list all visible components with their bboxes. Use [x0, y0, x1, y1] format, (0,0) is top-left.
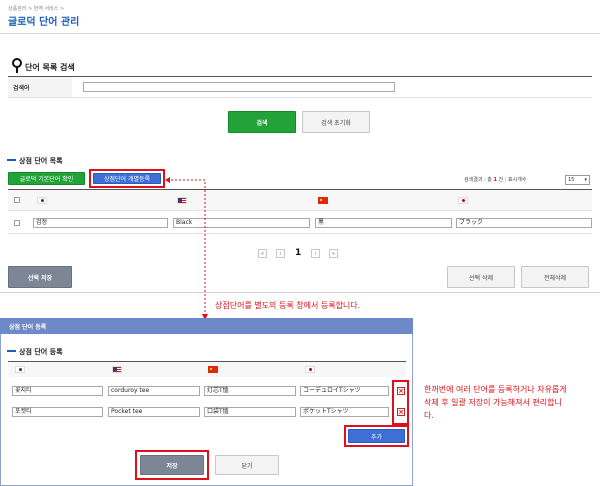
annotation-register-popup: 상점단어를 별도의 등록 창에서 등록합니다.: [215, 301, 361, 310]
popup-table-header: [8, 362, 406, 377]
popup-row1-ja-input[interactable]: コーデュロイTシャツ: [300, 386, 389, 396]
popup-header-bar: [0, 318, 413, 334]
popup-flag-jp-icon: [305, 366, 315, 373]
popup-row2-ko-input[interactable]: 포켓티: [12, 407, 103, 417]
annotation-bulk-edit: 한꺼번에 여러 단어를 등록하거나 자유롭게 삭제 후 일괄 저장이 가능해져서…: [424, 385, 567, 420]
popup-row2-ja-input[interactable]: ポケットTシャツ: [300, 407, 389, 417]
highlight-add-button: [344, 425, 409, 447]
popup-row1-en-input[interactable]: corduroy tee: [108, 386, 200, 396]
popup-section-title: 상점 단어 등록: [19, 348, 63, 356]
highlight-delete-icons: [392, 380, 409, 425]
popup-flag-cn-icon: [208, 366, 218, 373]
popup-flag-us-icon: [112, 366, 122, 373]
popup-row1-ko-input[interactable]: 꽃지티: [12, 386, 103, 396]
popup-header-title: 상점 단어 등록: [9, 324, 47, 331]
popup-row2-zh-input[interactable]: 口袋T恤: [204, 407, 296, 417]
popup-row2-en-input[interactable]: Pocket tee: [108, 407, 200, 417]
popup-section-marker: [7, 350, 16, 352]
popup-flag-kr-icon: [15, 366, 25, 373]
popup-close-button[interactable]: 닫기: [215, 455, 279, 475]
popup-row1-zh-input[interactable]: 灯芯T恤: [204, 386, 296, 396]
highlight-save-button: [135, 450, 209, 480]
